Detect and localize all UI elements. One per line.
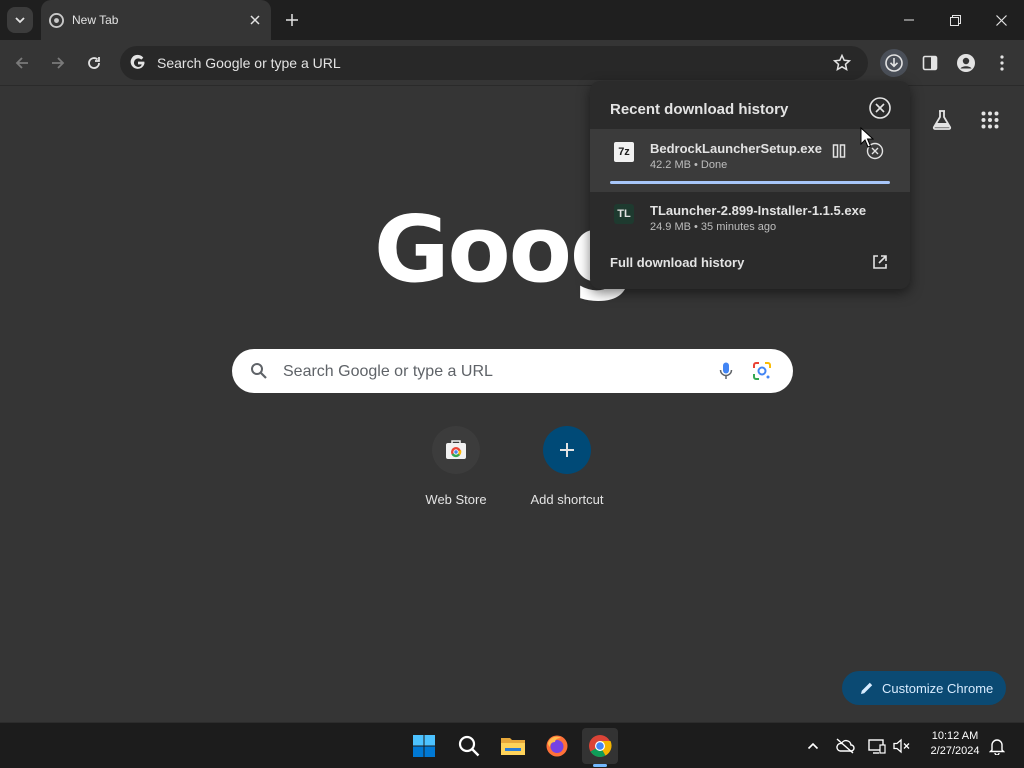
shortcut-tile <box>543 426 591 474</box>
download-filename: BedrockLauncherSetup.exe <box>650 141 822 156</box>
tab-search-button[interactable] <box>7 7 33 33</box>
full-download-history-link[interactable]: Full download history <box>610 255 744 270</box>
web-store-icon <box>446 440 466 459</box>
tab-new-tab[interactable]: New Tab <box>41 0 271 40</box>
close-icon <box>250 15 260 25</box>
apps-grid-icon <box>981 111 999 129</box>
pencil-icon <box>861 682 873 694</box>
more-vertical-icon <box>1000 55 1004 71</box>
system-clock[interactable]: 10:12 AM 2/27/2024 <box>915 729 995 759</box>
restore-button[interactable] <box>932 0 978 40</box>
file-explorer-button[interactable] <box>495 728 531 764</box>
tab-close-button[interactable] <box>247 12 263 28</box>
tab-title: New Tab <box>72 13 119 27</box>
forward-button[interactable] <box>44 49 72 77</box>
customize-chrome-button[interactable]: Customize Chrome <box>842 671 1006 705</box>
new-tab-button[interactable] <box>282 10 302 30</box>
profile-button[interactable] <box>952 49 980 77</box>
windows-taskbar: 10:12 AM 2/27/2024 <box>0 722 1024 768</box>
chevron-down-icon <box>15 17 25 24</box>
active-app-indicator <box>593 764 607 767</box>
bookmark-button[interactable] <box>832 53 852 73</box>
speaker-muted-icon <box>893 738 910 754</box>
chrome-taskbar-button[interactable] <box>582 728 618 764</box>
reload-button[interactable] <box>80 49 108 77</box>
arrow-right-icon <box>52 57 65 69</box>
shortcut-label: Web Store <box>425 492 487 507</box>
download-bubble-title: Recent download history <box>610 101 789 118</box>
download-filename: TLauncher-2.899-Installer-1.1.5.exe <box>650 203 867 218</box>
clock-date: 2/27/2024 <box>930 745 980 757</box>
chrome-icon <box>589 735 612 757</box>
windows-logo-icon <box>413 735 435 757</box>
omnibox-text: Search Google or type a URL <box>157 55 341 71</box>
flask-icon <box>932 110 952 130</box>
reload-icon <box>88 57 100 69</box>
clock-time: 10:12 AM <box>931 730 979 742</box>
menu-button[interactable] <box>988 49 1016 77</box>
minimize-button[interactable] <box>886 0 932 40</box>
restore-icon <box>949 14 961 26</box>
close-icon[interactable] <box>868 96 892 120</box>
download-icon <box>885 54 903 72</box>
mouse-cursor-icon <box>860 127 874 148</box>
google-g-icon <box>130 54 145 69</box>
back-button[interactable] <box>8 49 36 77</box>
download-progress-bar <box>610 181 890 184</box>
plus-icon <box>560 443 574 457</box>
search-box[interactable]: Search Google or type a URL <box>232 349 793 393</box>
downloads-button[interactable] <box>880 49 908 77</box>
google-lens-icon[interactable] <box>752 361 772 381</box>
bell-icon <box>989 738 1005 755</box>
search-placeholder: Search Google or type a URL <box>283 363 493 380</box>
volume-tray-icon[interactable] <box>892 736 912 756</box>
tlauncher-file-icon: TL <box>614 204 634 224</box>
open-in-new-icon[interactable] <box>871 253 889 271</box>
browser-toolbar: Search Google or type a URL <box>0 40 1024 86</box>
shortcut-web-store[interactable]: Web Store <box>406 426 506 507</box>
chrome-icon <box>49 13 64 28</box>
close-icon <box>995 14 1007 26</box>
onedrive-tray-icon[interactable] <box>835 736 855 756</box>
taskbar-search-button[interactable] <box>451 728 487 764</box>
shortcut-tile <box>432 426 480 474</box>
show-hidden-icons-button[interactable] <box>803 736 823 756</box>
download-item[interactable]: TL TLauncher-2.899-Installer-1.1.5.exe 2… <box>590 193 910 249</box>
shortcut-label: Add shortcut <box>530 492 604 507</box>
customize-label: Customize Chrome <box>882 680 994 696</box>
plus-icon <box>286 14 298 26</box>
notifications-button[interactable] <box>987 736 1007 756</box>
chevron-up-icon <box>807 742 819 750</box>
7zip-file-icon: 7z <box>614 142 634 162</box>
firefox-icon <box>546 735 568 757</box>
close-window-button[interactable] <box>978 0 1024 40</box>
arrow-left-icon <box>15 57 28 69</box>
minimize-icon <box>904 19 914 21</box>
side-panel-icon <box>922 55 938 71</box>
profile-icon <box>957 54 975 72</box>
cloud-off-icon <box>836 738 855 754</box>
monitor-icon <box>868 739 886 754</box>
microphone-icon[interactable] <box>716 361 736 381</box>
pause-icon[interactable] <box>831 143 847 159</box>
labs-button[interactable] <box>928 106 956 134</box>
omnibox[interactable]: Search Google or type a URL <box>120 46 868 80</box>
start-button[interactable] <box>406 728 442 764</box>
search-icon <box>458 735 480 757</box>
download-status: 42.2 MB • Done <box>650 159 728 171</box>
download-status: 24.9 MB • 35 minutes ago <box>650 221 777 233</box>
shortcut-add[interactable]: Add shortcut <box>517 426 617 507</box>
search-icon <box>251 363 267 379</box>
google-apps-button[interactable] <box>976 106 1004 134</box>
folder-icon <box>501 738 525 755</box>
download-bubble: Recent download history 7z BedrockLaunch… <box>590 81 910 289</box>
network-tray-icon[interactable] <box>867 736 887 756</box>
side-panel-button[interactable] <box>916 49 944 77</box>
firefox-button[interactable] <box>539 728 575 764</box>
star-icon <box>833 54 851 72</box>
title-bar: New Tab <box>0 0 1024 40</box>
